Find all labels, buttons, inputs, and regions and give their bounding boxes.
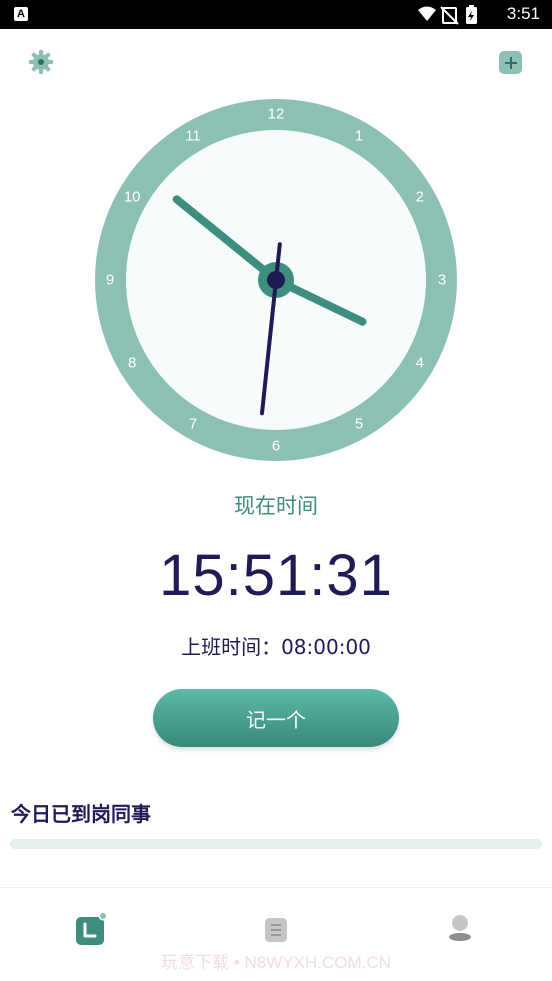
clock-number-2: 2 (416, 189, 424, 206)
tab-list[interactable] (260, 912, 292, 946)
clock-center-pin (267, 271, 285, 289)
analog-clock: 12 1 2 3 4 5 6 7 8 9 10 11 (95, 99, 457, 461)
system-status-icons (418, 5, 477, 25)
clock-number-1: 1 (355, 128, 363, 145)
clock-number-4: 4 (416, 355, 424, 372)
clock-number-6: 6 (272, 438, 280, 455)
list-tab-icon (265, 918, 287, 942)
now-label: 现在时间 (234, 494, 318, 518)
clock-number-8: 8 (128, 355, 136, 372)
colleague-list-placeholder (10, 839, 542, 849)
clock-number-5: 5 (355, 415, 363, 432)
settings-button[interactable] (28, 49, 54, 75)
tab-clock[interactable] (75, 911, 108, 946)
current-time: 15:51:31 (159, 543, 393, 608)
clock-number-9: 9 (106, 272, 114, 289)
clock-number-11: 11 (185, 128, 201, 145)
wifi-icon (418, 6, 436, 21)
status-time: 3:51 (506, 4, 540, 23)
status-bar: A 3:51 (0, 0, 552, 29)
no-sim-icon (440, 6, 459, 25)
plus-icon (504, 56, 517, 69)
tab-profile[interactable] (444, 912, 476, 946)
clock-number-12: 12 (268, 106, 285, 123)
nav-divider (0, 887, 552, 888)
section-title: 今日已到岗同事 (11, 802, 151, 826)
clock-number-7: 7 (189, 415, 197, 432)
battery-icon (466, 5, 477, 24)
clock-number-3: 3 (438, 272, 446, 289)
clock-face: 121234567891011 (95, 99, 457, 461)
clock-number-10: 10 (124, 189, 141, 206)
clock-tab-icon (76, 911, 108, 945)
watermark: 玩意下载 • N8WYXH.COM.CN (161, 953, 391, 972)
add-button[interactable] (499, 51, 522, 74)
profile-tab-icon (449, 915, 471, 941)
gear-icon (29, 50, 53, 74)
record-button[interactable]: 记一个 (153, 689, 399, 747)
app-notification-icon: A (14, 7, 28, 21)
work-start-time: 上班时间：08:00:00 (181, 635, 371, 659)
